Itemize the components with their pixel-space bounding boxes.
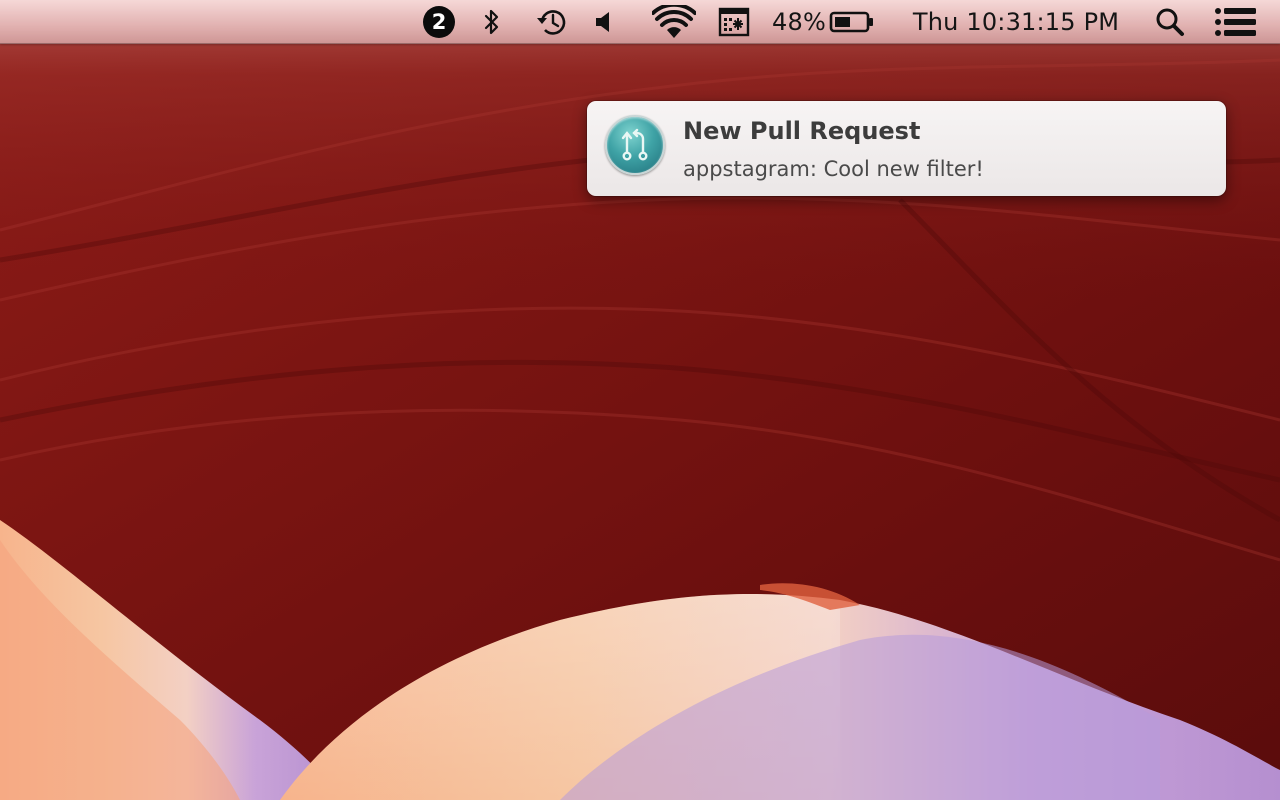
wifi-icon[interactable] <box>650 0 698 43</box>
notification-badge[interactable]: 2 <box>422 0 456 43</box>
battery-percent[interactable]: 48% <box>772 0 826 43</box>
spotlight-icon[interactable] <box>1152 0 1188 43</box>
desktop: 2 48% Thu 10:31:15 PM New Pull Request a… <box>0 0 1280 800</box>
notification-body: appstagram: Cool new filter! <box>683 157 984 181</box>
menubar-clock[interactable]: Thu 10:31:15 PM <box>896 0 1136 43</box>
notification-count: 2 <box>423 5 455 38</box>
battery-percent-label: 48% <box>772 7 826 36</box>
notification-title: New Pull Request <box>683 117 921 145</box>
battery-icon[interactable] <box>828 0 876 43</box>
clock-label: Thu 10:31:15 PM <box>912 7 1120 36</box>
notification-center-icon[interactable] <box>1212 0 1260 43</box>
pull-request-icon <box>605 115 665 175</box>
menu-bar: 2 48% Thu 10:31:15 PM <box>0 0 1280 44</box>
volume-icon[interactable] <box>591 0 615 43</box>
display-icon[interactable] <box>716 0 752 43</box>
notification-banner[interactable]: New Pull Request appstagram: Cool new fi… <box>587 101 1226 196</box>
bluetooth-icon[interactable] <box>478 0 506 43</box>
time-machine-icon[interactable] <box>532 0 572 43</box>
